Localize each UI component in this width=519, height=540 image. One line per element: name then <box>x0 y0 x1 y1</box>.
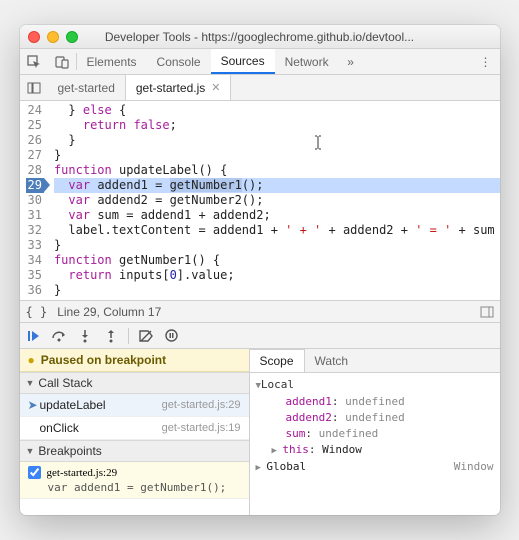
code-area[interactable]: } else { return false; }}function update… <box>48 101 500 300</box>
step-over-icon[interactable] <box>50 327 68 345</box>
scope-var-value: undefined <box>345 395 405 408</box>
line-gutter: 24252627282930313233343536 <box>20 101 48 300</box>
callstack-frame[interactable]: onClick get-started.js:19 <box>20 417 249 440</box>
scope-this-label: this <box>282 443 309 456</box>
pause-on-exceptions-icon[interactable] <box>163 327 181 345</box>
kebab-menu-icon[interactable]: ⋮ <box>472 49 500 74</box>
step-into-icon[interactable] <box>76 327 94 345</box>
zoom-window-button[interactable] <box>66 31 78 43</box>
step-out-icon[interactable] <box>102 327 120 345</box>
section-title: Breakpoints <box>38 444 101 458</box>
tab-elements[interactable]: Elements <box>77 49 147 74</box>
frame-location: get-started.js:19 <box>162 422 241 434</box>
more-tabs-icon[interactable]: » <box>339 49 363 74</box>
paused-banner: ● Paused on breakpoint <box>20 349 249 372</box>
tab-network[interactable]: Network <box>275 49 339 74</box>
breakpoint-code: var addend1 = getNumber1(); <box>28 481 241 494</box>
disclosure-triangle-icon: ▼ <box>26 378 35 388</box>
disclosure-triangle-icon: ▼ <box>26 446 35 456</box>
scope-watch-tabs: Scope Watch <box>250 349 500 373</box>
tab-scope[interactable]: Scope <box>250 349 305 372</box>
pretty-print-icon[interactable]: { } <box>26 305 48 319</box>
info-icon: ● <box>28 353 35 367</box>
device-toolbar-icon[interactable] <box>48 49 76 74</box>
current-frame-icon: ➤ <box>28 398 40 412</box>
scope-this-value: Window <box>322 443 362 456</box>
section-title: Call Stack <box>38 376 92 390</box>
file-tab-bar: get-started get-started.js ✕ <box>20 75 500 101</box>
editor-status-bar: { } Line 29, Column 17 <box>20 301 500 323</box>
main-toolbar: Elements Console Sources Network » ⋮ <box>20 49 500 75</box>
scope-tree[interactable]: ▼Local addend1: undefined addend2: undef… <box>250 373 500 480</box>
scope-var-name: addend1 <box>286 395 332 408</box>
scope-local-label: Local <box>261 378 294 391</box>
paused-label: Paused on breakpoint <box>41 353 166 367</box>
callstack-frame[interactable]: ➤ updateLabel get-started.js:29 <box>20 394 249 417</box>
tab-console[interactable]: Console <box>147 49 211 74</box>
file-tab-label: get-started <box>58 81 115 95</box>
scope-var-value: undefined <box>319 427 379 440</box>
devtools-window: Developer Tools - https://googlechrome.g… <box>20 25 500 515</box>
close-window-button[interactable] <box>28 31 40 43</box>
tab-sources[interactable]: Sources <box>211 49 275 74</box>
debugger-toolbar <box>20 323 500 349</box>
file-tab-label: get-started.js <box>136 81 205 95</box>
debugger-panels: ● Paused on breakpoint ▼ Call Stack ➤ up… <box>20 349 500 515</box>
window-title: Developer Tools - https://googlechrome.g… <box>20 30 500 44</box>
navigator-toggle-icon[interactable] <box>20 75 48 100</box>
deactivate-breakpoints-icon[interactable] <box>137 327 155 345</box>
sidebar-toggle-icon[interactable] <box>480 306 494 318</box>
breakpoint-item[interactable]: get-started.js:29 var addend1 = getNumbe… <box>20 462 249 499</box>
callstack-header[interactable]: ▼ Call Stack <box>20 372 249 394</box>
right-debugger-pane: Scope Watch ▼Local addend1: undefined ad… <box>250 349 500 515</box>
file-tab-get-started-js[interactable]: get-started.js ✕ <box>126 74 232 100</box>
close-icon[interactable]: ✕ <box>211 81 220 94</box>
minimize-window-button[interactable] <box>47 31 59 43</box>
scope-global-value: Window <box>454 459 494 475</box>
titlebar: Developer Tools - https://googlechrome.g… <box>20 25 500 49</box>
scope-global-label: Global <box>266 460 306 473</box>
breakpoint-label: get-started.js:29 <box>47 467 118 479</box>
frame-function: updateLabel <box>40 398 162 412</box>
window-controls <box>28 31 78 43</box>
breakpoints-header[interactable]: ▼ Breakpoints <box>20 440 249 462</box>
breakpoint-checkbox[interactable] <box>28 466 41 479</box>
file-tab-get-started[interactable]: get-started <box>48 75 126 100</box>
scope-var-name: addend2 <box>286 411 332 424</box>
scope-var-value: undefined <box>345 411 405 424</box>
cursor-location: Line 29, Column 17 <box>57 305 161 319</box>
inspect-element-icon[interactable] <box>20 49 48 74</box>
resume-icon[interactable] <box>24 327 42 345</box>
frame-location: get-started.js:29 <box>162 399 241 411</box>
tab-watch[interactable]: Watch <box>305 349 359 372</box>
code-editor[interactable]: 24252627282930313233343536 } else { retu… <box>20 101 500 301</box>
scope-var-name: sum <box>286 427 306 440</box>
frame-function: onClick <box>40 421 162 435</box>
left-debugger-pane: ● Paused on breakpoint ▼ Call Stack ➤ up… <box>20 349 250 515</box>
